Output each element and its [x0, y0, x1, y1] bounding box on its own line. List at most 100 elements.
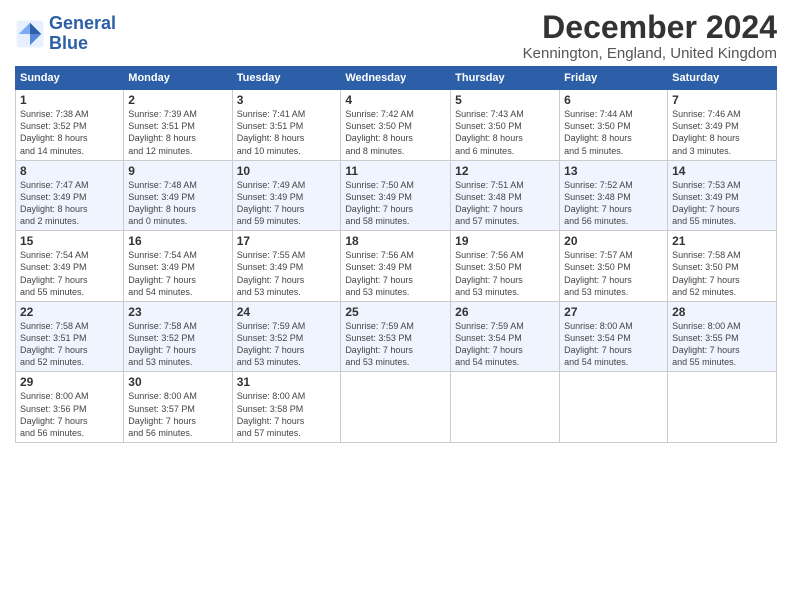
day-number: 13 [564, 164, 663, 178]
day-number: 3 [237, 93, 337, 107]
day-cell: 25Sunrise: 7:59 AM Sunset: 3:53 PM Dayli… [341, 301, 451, 372]
day-cell: 31Sunrise: 8:00 AM Sunset: 3:58 PM Dayli… [232, 372, 341, 443]
day-cell: 30Sunrise: 8:00 AM Sunset: 3:57 PM Dayli… [124, 372, 232, 443]
day-detail: Sunrise: 7:54 AM Sunset: 3:49 PM Dayligh… [20, 249, 119, 298]
day-number: 12 [455, 164, 555, 178]
day-cell: 8Sunrise: 7:47 AM Sunset: 3:49 PM Daylig… [16, 160, 124, 231]
day-number: 7 [672, 93, 772, 107]
day-detail: Sunrise: 8:00 AM Sunset: 3:58 PM Dayligh… [237, 390, 337, 439]
day-number: 24 [237, 305, 337, 319]
day-number: 25 [345, 305, 446, 319]
day-detail: Sunrise: 7:48 AM Sunset: 3:49 PM Dayligh… [128, 179, 227, 228]
location-title: Kennington, England, United Kingdom [523, 45, 777, 62]
day-number: 1 [20, 93, 119, 107]
day-detail: Sunrise: 7:54 AM Sunset: 3:49 PM Dayligh… [128, 249, 227, 298]
day-cell: 7Sunrise: 7:46 AM Sunset: 3:49 PM Daylig… [668, 90, 777, 161]
header-day-monday: Monday [124, 67, 232, 90]
day-detail: Sunrise: 7:58 AM Sunset: 3:52 PM Dayligh… [128, 320, 227, 369]
day-detail: Sunrise: 7:57 AM Sunset: 3:50 PM Dayligh… [564, 249, 663, 298]
header-day-tuesday: Tuesday [232, 67, 341, 90]
day-number: 5 [455, 93, 555, 107]
day-cell: 18Sunrise: 7:56 AM Sunset: 3:49 PM Dayli… [341, 231, 451, 302]
logo: General Blue [15, 14, 116, 54]
day-detail: Sunrise: 8:00 AM Sunset: 3:57 PM Dayligh… [128, 390, 227, 439]
day-cell: 17Sunrise: 7:55 AM Sunset: 3:49 PM Dayli… [232, 231, 341, 302]
day-detail: Sunrise: 7:39 AM Sunset: 3:51 PM Dayligh… [128, 108, 227, 157]
day-cell: 24Sunrise: 7:59 AM Sunset: 3:52 PM Dayli… [232, 301, 341, 372]
day-cell: 11Sunrise: 7:50 AM Sunset: 3:49 PM Dayli… [341, 160, 451, 231]
month-title: December 2024 [523, 10, 777, 45]
page-container: General Blue December 2024 Kennington, E… [0, 0, 792, 453]
week-row-1: 1Sunrise: 7:38 AM Sunset: 3:52 PM Daylig… [16, 90, 777, 161]
day-cell: 27Sunrise: 8:00 AM Sunset: 3:54 PM Dayli… [560, 301, 668, 372]
day-number: 10 [237, 164, 337, 178]
day-cell: 2Sunrise: 7:39 AM Sunset: 3:51 PM Daylig… [124, 90, 232, 161]
day-number: 23 [128, 305, 227, 319]
header: General Blue December 2024 Kennington, E… [15, 10, 777, 62]
day-number: 21 [672, 234, 772, 248]
day-number: 6 [564, 93, 663, 107]
day-number: 20 [564, 234, 663, 248]
title-block: December 2024 Kennington, England, Unite… [523, 10, 777, 62]
day-cell: 29Sunrise: 8:00 AM Sunset: 3:56 PM Dayli… [16, 372, 124, 443]
week-row-4: 22Sunrise: 7:58 AM Sunset: 3:51 PM Dayli… [16, 301, 777, 372]
day-cell: 19Sunrise: 7:56 AM Sunset: 3:50 PM Dayli… [451, 231, 560, 302]
day-cell: 28Sunrise: 8:00 AM Sunset: 3:55 PM Dayli… [668, 301, 777, 372]
day-cell: 21Sunrise: 7:58 AM Sunset: 3:50 PM Dayli… [668, 231, 777, 302]
day-detail: Sunrise: 7:47 AM Sunset: 3:49 PM Dayligh… [20, 179, 119, 228]
header-day-saturday: Saturday [668, 67, 777, 90]
day-detail: Sunrise: 7:56 AM Sunset: 3:50 PM Dayligh… [455, 249, 555, 298]
day-detail: Sunrise: 7:46 AM Sunset: 3:49 PM Dayligh… [672, 108, 772, 157]
day-detail: Sunrise: 8:00 AM Sunset: 3:54 PM Dayligh… [564, 320, 663, 369]
logo-icon [15, 19, 45, 49]
day-cell: 4Sunrise: 7:42 AM Sunset: 3:50 PM Daylig… [341, 90, 451, 161]
day-detail: Sunrise: 7:52 AM Sunset: 3:48 PM Dayligh… [564, 179, 663, 228]
week-row-2: 8Sunrise: 7:47 AM Sunset: 3:49 PM Daylig… [16, 160, 777, 231]
week-row-3: 15Sunrise: 7:54 AM Sunset: 3:49 PM Dayli… [16, 231, 777, 302]
day-number: 17 [237, 234, 337, 248]
header-day-sunday: Sunday [16, 67, 124, 90]
day-number: 19 [455, 234, 555, 248]
day-detail: Sunrise: 7:59 AM Sunset: 3:54 PM Dayligh… [455, 320, 555, 369]
day-cell: 14Sunrise: 7:53 AM Sunset: 3:49 PM Dayli… [668, 160, 777, 231]
day-number: 30 [128, 375, 227, 389]
header-day-wednesday: Wednesday [341, 67, 451, 90]
day-detail: Sunrise: 7:38 AM Sunset: 3:52 PM Dayligh… [20, 108, 119, 157]
day-number: 15 [20, 234, 119, 248]
day-cell: 5Sunrise: 7:43 AM Sunset: 3:50 PM Daylig… [451, 90, 560, 161]
day-number: 8 [20, 164, 119, 178]
day-number: 29 [20, 375, 119, 389]
day-cell: 3Sunrise: 7:41 AM Sunset: 3:51 PM Daylig… [232, 90, 341, 161]
day-detail: Sunrise: 7:51 AM Sunset: 3:48 PM Dayligh… [455, 179, 555, 228]
day-number: 16 [128, 234, 227, 248]
header-day-friday: Friday [560, 67, 668, 90]
day-number: 31 [237, 375, 337, 389]
day-cell: 20Sunrise: 7:57 AM Sunset: 3:50 PM Dayli… [560, 231, 668, 302]
day-number: 11 [345, 164, 446, 178]
day-cell [451, 372, 560, 443]
day-cell [668, 372, 777, 443]
day-cell [560, 372, 668, 443]
day-cell: 9Sunrise: 7:48 AM Sunset: 3:49 PM Daylig… [124, 160, 232, 231]
day-number: 28 [672, 305, 772, 319]
day-number: 22 [20, 305, 119, 319]
day-cell: 1Sunrise: 7:38 AM Sunset: 3:52 PM Daylig… [16, 90, 124, 161]
day-detail: Sunrise: 7:49 AM Sunset: 3:49 PM Dayligh… [237, 179, 337, 228]
calendar-header-row: SundayMondayTuesdayWednesdayThursdayFrid… [16, 67, 777, 90]
day-number: 4 [345, 93, 446, 107]
day-number: 18 [345, 234, 446, 248]
day-cell: 22Sunrise: 7:58 AM Sunset: 3:51 PM Dayli… [16, 301, 124, 372]
day-cell: 15Sunrise: 7:54 AM Sunset: 3:49 PM Dayli… [16, 231, 124, 302]
day-number: 27 [564, 305, 663, 319]
day-detail: Sunrise: 7:59 AM Sunset: 3:52 PM Dayligh… [237, 320, 337, 369]
day-detail: Sunrise: 7:58 AM Sunset: 3:50 PM Dayligh… [672, 249, 772, 298]
day-cell: 16Sunrise: 7:54 AM Sunset: 3:49 PM Dayli… [124, 231, 232, 302]
day-detail: Sunrise: 7:41 AM Sunset: 3:51 PM Dayligh… [237, 108, 337, 157]
day-number: 14 [672, 164, 772, 178]
logo-line1: General [49, 14, 116, 34]
day-cell: 26Sunrise: 7:59 AM Sunset: 3:54 PM Dayli… [451, 301, 560, 372]
day-detail: Sunrise: 7:55 AM Sunset: 3:49 PM Dayligh… [237, 249, 337, 298]
day-number: 9 [128, 164, 227, 178]
day-detail: Sunrise: 7:56 AM Sunset: 3:49 PM Dayligh… [345, 249, 446, 298]
week-row-5: 29Sunrise: 8:00 AM Sunset: 3:56 PM Dayli… [16, 372, 777, 443]
